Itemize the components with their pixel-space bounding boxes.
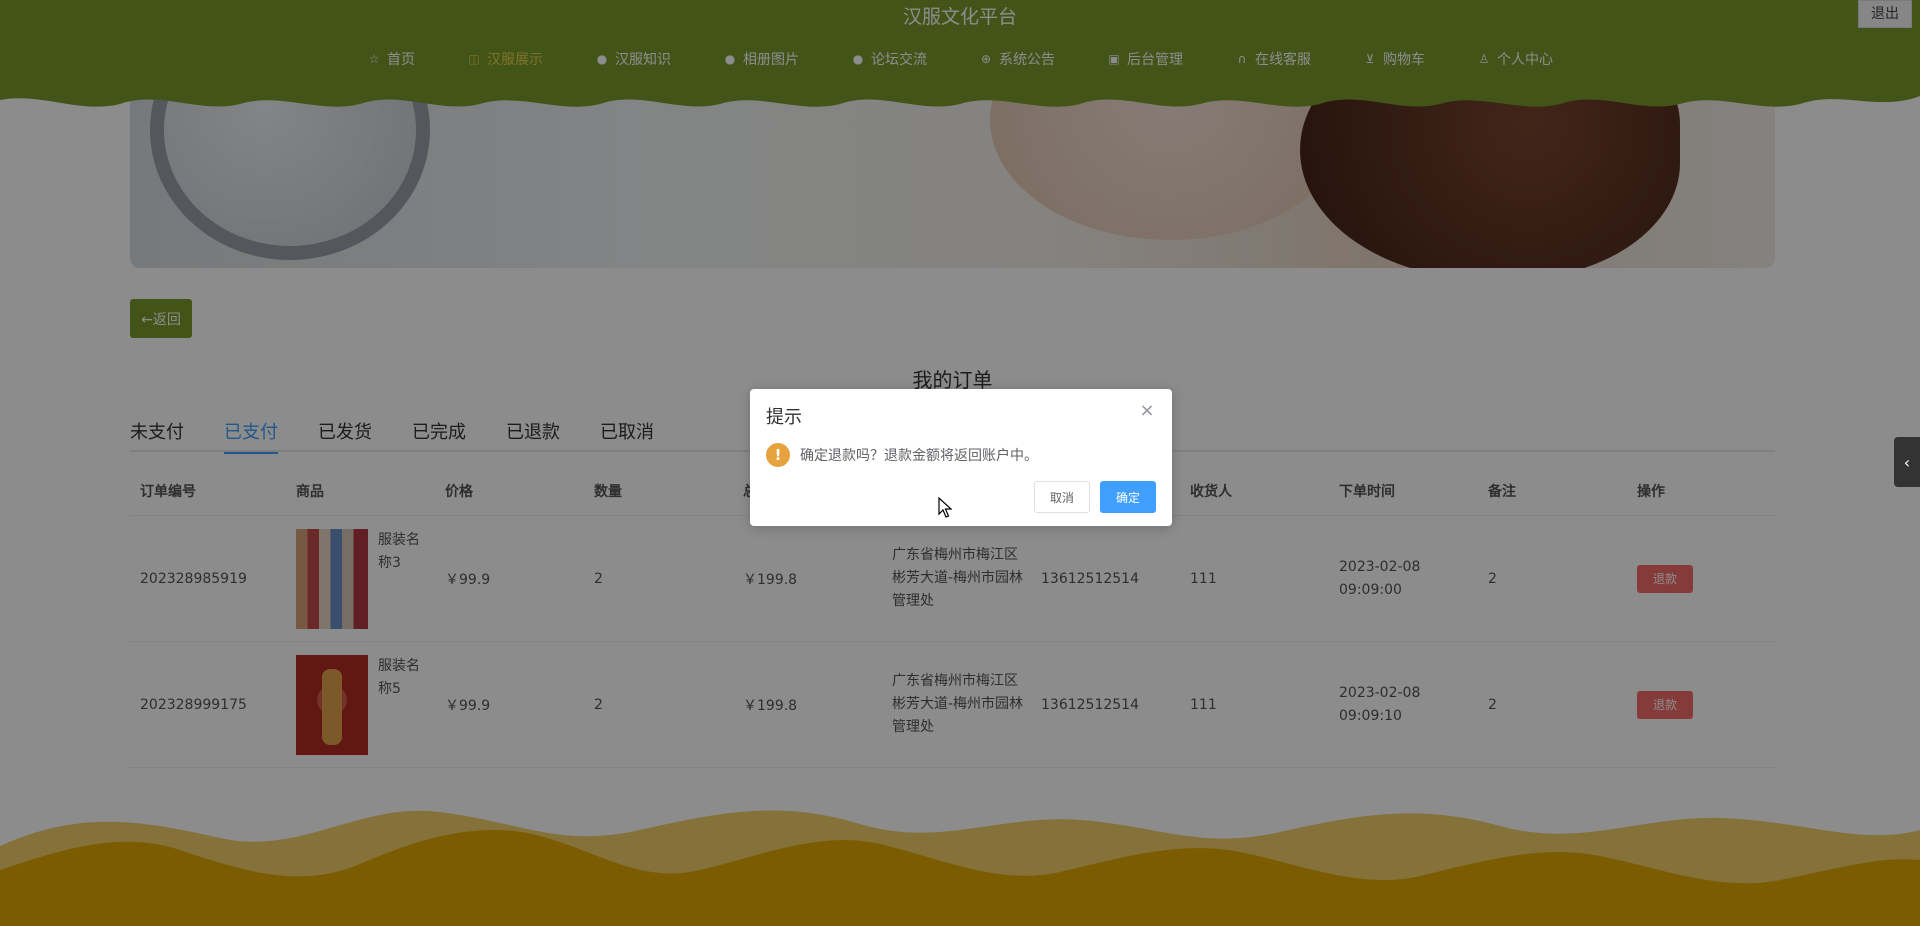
dialog-body: ! 确定退款吗？退款金额将返回账户中。	[766, 443, 1038, 467]
dialog-title: 提示	[766, 407, 802, 428]
confirm-refund-dialog: 提示 × ! 确定退款吗？退款金额将返回账户中。 取消 确定	[750, 389, 1172, 526]
cancel-button[interactable]: 取消	[1034, 481, 1090, 513]
chevron-left-icon: ‹	[1903, 452, 1911, 472]
mouse-cursor-icon	[938, 497, 952, 518]
dialog-actions: 取消 确定	[1034, 481, 1156, 513]
dialog-message: 确定退款吗？退款金额将返回账户中。	[800, 448, 1038, 464]
warning-icon: !	[766, 443, 790, 467]
confirm-button[interactable]: 确定	[1100, 481, 1156, 513]
close-icon[interactable]: ×	[1138, 400, 1156, 421]
sidebar-toggle-button[interactable]: ‹	[1894, 437, 1920, 487]
